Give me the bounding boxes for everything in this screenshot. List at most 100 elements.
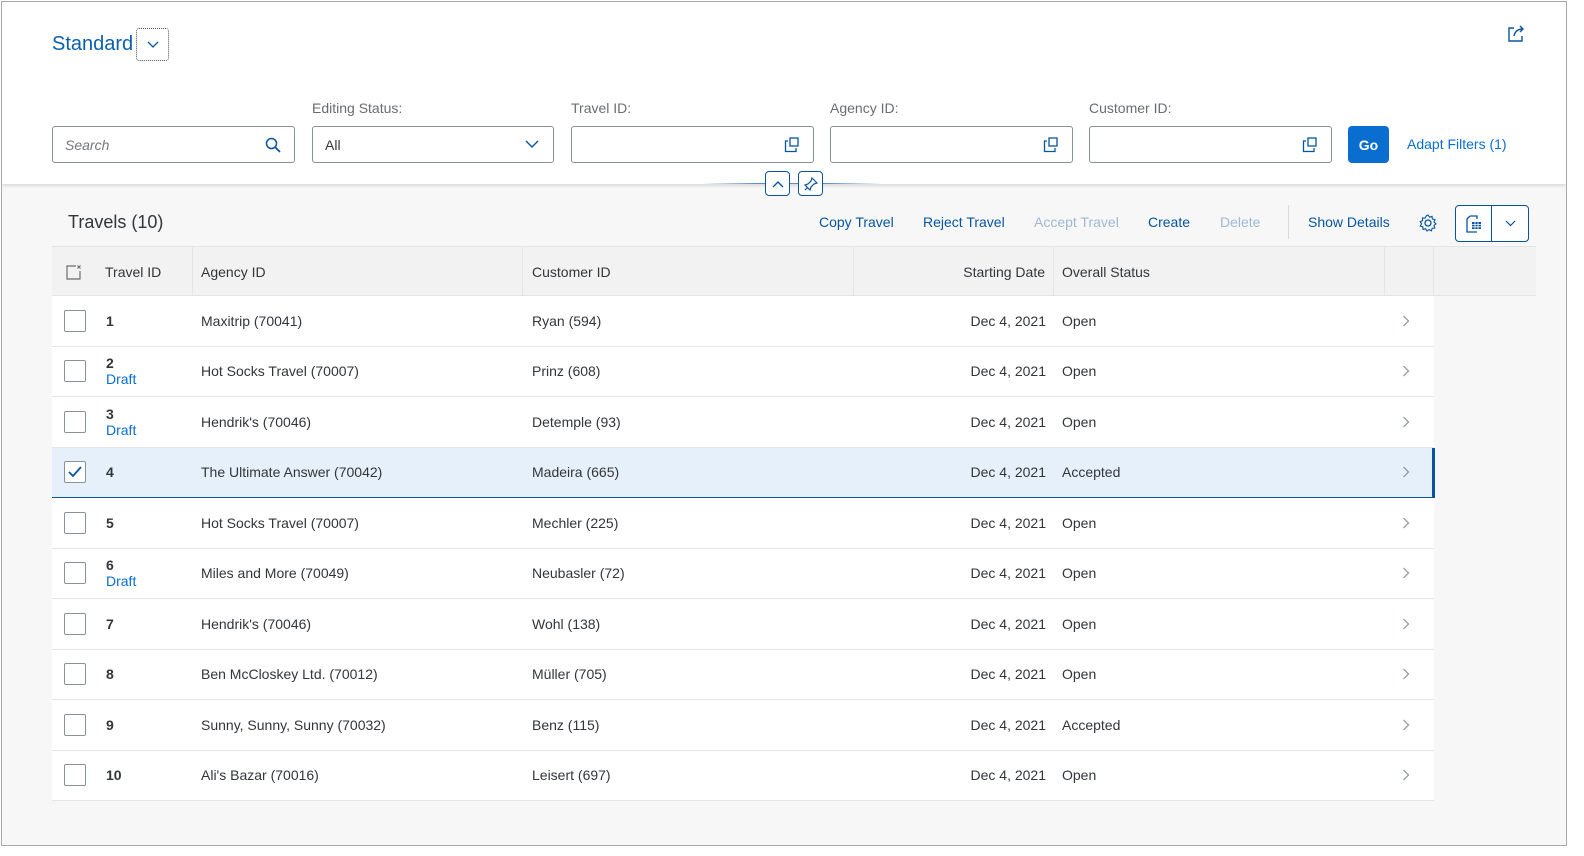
delete-button[interactable]: Delete <box>1220 214 1260 230</box>
value-help-icon[interactable] <box>783 136 801 154</box>
variant-dropdown-button[interactable] <box>136 28 170 61</box>
row-selector[interactable] <box>64 296 86 346</box>
row-checkbox[interactable] <box>64 410 86 433</box>
chevron-right-icon <box>1403 416 1410 428</box>
travel-id-input[interactable] <box>571 126 814 163</box>
navigate-row-button[interactable] <box>1402 599 1410 649</box>
column-header-starting-date[interactable]: Starting Date <box>854 247 1054 296</box>
row-checkbox[interactable] <box>64 562 86 585</box>
filter-bar-header: Standard Search Editing Status: All Trav… <box>2 2 1566 184</box>
row-checkbox[interactable] <box>64 764 86 787</box>
search-placeholder: Search <box>65 136 110 153</box>
variant-title[interactable]: Standard <box>52 33 133 56</box>
status-cell: Open <box>1062 514 1097 531</box>
show-details-button[interactable]: Show Details <box>1308 214 1390 230</box>
reject-travel-button[interactable]: Reject Travel <box>923 214 1005 230</box>
travel-id: 5 <box>106 514 114 531</box>
search-input[interactable]: Search <box>52 126 295 163</box>
table-row[interactable]: 3 Draft Hendrik's (70046) Detemple (93) … <box>52 397 1434 448</box>
navigate-row-button[interactable] <box>1402 700 1410 750</box>
row-checkbox[interactable] <box>64 511 86 534</box>
agency-cell: Sunny, Sunny, Sunny (70032) <box>201 716 386 733</box>
table-row[interactable]: 7 Hendrik's (70046) Wohl (138) Dec 4, 20… <box>52 599 1434 650</box>
export-spreadsheet-icon <box>1465 214 1481 233</box>
column-header-agency-id[interactable]: Agency ID <box>192 247 523 296</box>
share-icon[interactable] <box>1506 24 1526 44</box>
table-row[interactable]: 5 Hot Socks Travel (70007) Mechler (225)… <box>52 498 1434 549</box>
table-row[interactable]: 10 Ali's Bazar (70016) Leisert (697) Dec… <box>52 751 1434 801</box>
row-selector[interactable] <box>64 599 86 649</box>
table-row[interactable]: 9 Sunny, Sunny, Sunny (70032) Benz (115)… <box>52 700 1434 751</box>
row-focus-indicator <box>1432 448 1435 498</box>
value-help-icon[interactable] <box>1301 136 1319 154</box>
chevron-up-icon <box>772 180 783 187</box>
row-selector[interactable] <box>64 448 86 498</box>
agency-cell: Ali's Bazar (70016) <box>201 767 319 784</box>
export-options-button[interactable] <box>1492 206 1528 241</box>
draft-indicator[interactable]: Draft <box>106 573 136 589</box>
chevron-right-icon <box>1403 466 1410 478</box>
table-row[interactable]: 2 Draft Hot Socks Travel (70007) Prinz (… <box>52 347 1434 397</box>
customer-id-input[interactable] <box>1089 126 1332 163</box>
editing-status-select[interactable]: All <box>312 126 554 163</box>
agency-cell: Ben McCloskey Ltd. (70012) <box>201 666 378 683</box>
status-cell: Accepted <box>1062 716 1121 733</box>
row-selector[interactable] <box>64 347 86 397</box>
agency-id-input[interactable] <box>830 126 1073 163</box>
collapse-header-button[interactable] <box>765 171 790 196</box>
travel-id: 1 <box>106 312 114 329</box>
navigate-row-button[interactable] <box>1402 296 1410 346</box>
status-cell: Accepted <box>1062 464 1121 481</box>
draft-indicator[interactable]: Draft <box>106 422 136 438</box>
go-button[interactable]: Go <box>1348 126 1389 163</box>
row-selector[interactable] <box>64 700 86 750</box>
customer-cell: Neubasler (72) <box>532 565 625 582</box>
starting-date-cell: Dec 4, 2021 <box>970 413 1047 430</box>
row-checkbox[interactable] <box>64 461 86 484</box>
navigate-row-button[interactable] <box>1402 498 1410 548</box>
navigate-row-button[interactable] <box>1402 549 1410 599</box>
row-selector[interactable] <box>64 397 86 447</box>
row-checkbox[interactable] <box>64 309 86 332</box>
navigate-row-button[interactable] <box>1402 751 1410 801</box>
table-row[interactable]: 8 Ben McCloskey Ltd. (70012) Müller (705… <box>52 650 1434 700</box>
row-selector[interactable] <box>64 650 86 700</box>
accept-travel-button[interactable]: Accept Travel <box>1034 214 1119 230</box>
clear-selection-icon[interactable] <box>66 264 82 280</box>
row-selector[interactable] <box>64 751 86 801</box>
table-row[interactable]: 6 Draft Miles and More (70049) Neubasler… <box>52 549 1434 599</box>
customer-cell: Müller (705) <box>532 666 607 683</box>
customer-cell: Benz (115) <box>532 716 600 733</box>
row-checkbox[interactable] <box>64 713 86 736</box>
row-selector[interactable] <box>64 549 86 599</box>
app-frame: Standard Search Editing Status: All Trav… <box>1 1 1567 846</box>
table-row[interactable]: 4 The Ultimate Answer (70042) Madeira (6… <box>52 447 1434 498</box>
row-selector[interactable] <box>64 498 86 548</box>
column-header-customer-id[interactable]: Customer ID <box>523 247 854 296</box>
table-row[interactable]: 1 Maxitrip (70041) Ryan (594) Dec 4, 202… <box>52 296 1434 347</box>
chevron-down-icon[interactable] <box>523 136 541 154</box>
status-cell: Open <box>1062 363 1097 380</box>
create-button[interactable]: Create <box>1148 214 1190 230</box>
row-checkbox[interactable] <box>64 612 86 635</box>
column-header-overall-status[interactable]: Overall Status <box>1054 247 1385 296</box>
gear-icon[interactable] <box>1418 213 1438 233</box>
navigate-row-button[interactable] <box>1402 397 1410 447</box>
copy-travel-button[interactable]: Copy Travel <box>819 214 894 230</box>
adapt-filters-button[interactable]: Adapt Filters (1) <box>1407 136 1507 152</box>
travel-id: 6 <box>106 557 114 574</box>
row-checkbox[interactable] <box>64 360 86 383</box>
export-button[interactable] <box>1456 206 1492 241</box>
navigate-row-button[interactable] <box>1402 650 1410 700</box>
navigate-row-button[interactable] <box>1402 347 1410 397</box>
draft-indicator[interactable]: Draft <box>106 371 136 387</box>
value-help-icon[interactable] <box>1042 136 1060 154</box>
row-checkbox[interactable] <box>64 663 86 686</box>
pin-header-button[interactable] <box>798 171 823 196</box>
table-title: Travels (10) <box>68 212 164 232</box>
starting-date-cell: Dec 4, 2021 <box>970 363 1047 380</box>
search-icon[interactable] <box>264 136 282 154</box>
travel-id-cell: 7 <box>106 599 114 649</box>
navigate-row-button[interactable] <box>1402 448 1410 498</box>
column-header-travel-id[interactable]: Travel ID <box>52 247 192 296</box>
